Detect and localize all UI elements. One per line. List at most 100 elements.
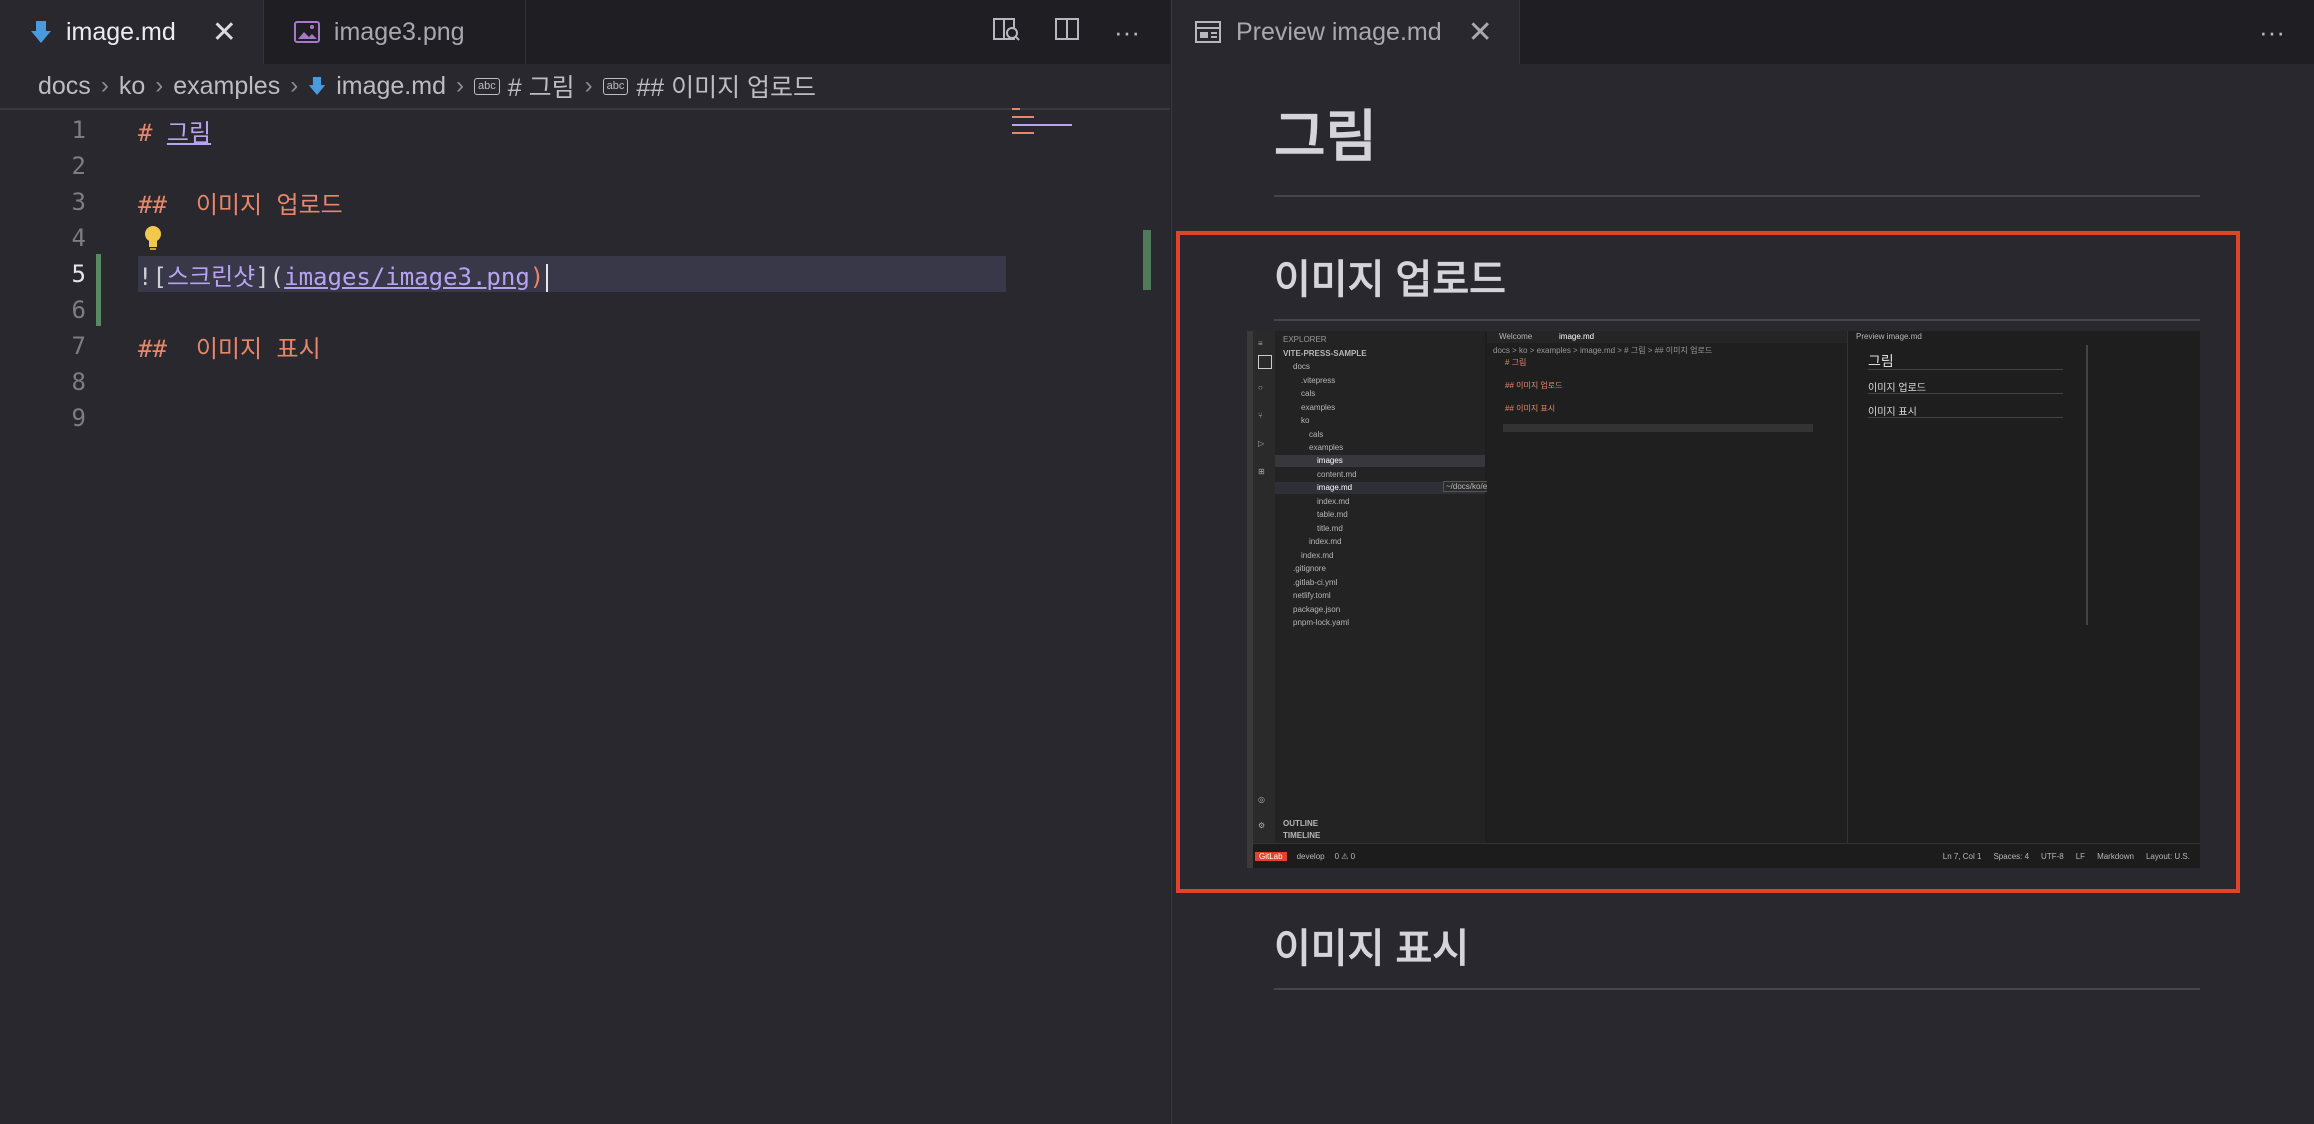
tree-item: image.md <box>1317 483 1353 492</box>
code-line: 5 ![스크린샷](images/image3.png) <box>0 256 1170 292</box>
tab-preview[interactable]: Preview image.md ✕ <box>1172 0 1520 64</box>
tree-item: table.md <box>1317 510 1348 519</box>
lightbulb-icon[interactable] <box>142 224 164 258</box>
md-image-path[interactable]: images/image3.png <box>284 263 530 291</box>
mini-explorer: EXPLORER VITE-PRESS-SAMPLE docs .vitepre… <box>1275 331 1548 843</box>
tree-item: index.md <box>1317 497 1350 506</box>
tree-item: .gitlab-ci.yml <box>1293 578 1338 587</box>
breadcrumb-item[interactable]: ko <box>119 72 145 101</box>
status-item: Layout: U.S. <box>2145 852 2190 861</box>
project-name: VITE-PRESS-SAMPLE <box>1283 349 1367 358</box>
mini-current-line <box>1503 424 1813 432</box>
status-item: LF <box>2075 852 2086 861</box>
md-image-mid: ]( <box>255 262 285 291</box>
gear-icon: ⚙ <box>1258 821 1266 830</box>
mini-code-line: # 그림 <box>1505 358 1527 367</box>
breadcrumb-item[interactable]: ## 이미지 업로드 <box>636 68 816 104</box>
tab-image-md[interactable]: image.md ✕ <box>0 0 264 64</box>
run-icon: ▷ <box>1258 439 1265 448</box>
selected-row <box>1275 455 1485 467</box>
tree-item: ko <box>1301 416 1310 425</box>
md-heading-text: 이미지 업로드 <box>195 190 343 219</box>
md-image-alt: 스크린샷 <box>166 262 256 291</box>
line-number: 5 <box>71 260 86 288</box>
status-item: UTF-8 <box>2041 852 2064 861</box>
chevron-right-icon: › <box>155 72 164 99</box>
outline-section: OUTLINE <box>1283 819 1319 828</box>
explorer-title: EXPLORER <box>1283 335 1327 344</box>
tree-item: cals <box>1309 430 1324 439</box>
code-line: 6 <box>0 292 1170 328</box>
tree-item: netlify.toml <box>1293 591 1331 600</box>
tree-item: cals <box>1301 389 1316 398</box>
tab-label: image.md <box>66 17 176 46</box>
mini-code-line: ## 이미지 표시 <box>1505 404 1556 413</box>
md-image-open: ![ <box>138 262 167 291</box>
line-number: 9 <box>71 404 86 432</box>
mini-activity-bar: ≡ ○ ⑂ ▷ ⊞ ◎ ⚙ <box>1253 331 1275 843</box>
line-text: ![스크린샷](images/image3.png) <box>138 257 549 292</box>
tree-item: content.md <box>1317 470 1357 479</box>
line-number: 2 <box>71 152 86 180</box>
md-heading-text: 그림 <box>166 118 212 147</box>
mini-tab: Preview image.md <box>1856 332 1922 341</box>
symbol-string-icon: abc <box>473 77 500 95</box>
tree-item: examples <box>1309 443 1344 452</box>
markdown-file-icon <box>31 21 51 43</box>
symbol-string-icon: abc <box>602 77 629 95</box>
md-hash: ## <box>138 190 167 219</box>
tab-image3-png[interactable]: image3.png <box>264 0 526 64</box>
tree-item: images <box>1317 456 1343 465</box>
md-hash: ## <box>138 334 167 363</box>
text-cursor <box>546 263 549 292</box>
preview-tabbar: Preview image.md ✕ ··· <box>1172 0 2314 64</box>
code-editor[interactable]: 1 # 그림 2 3 ## 이미지 업로드 4 5 ![스크린샷](images… <box>0 112 1170 1124</box>
scrollbar-marker[interactable] <box>1143 230 1151 290</box>
divider <box>1868 417 2063 418</box>
chevron-right-icon: › <box>100 72 109 99</box>
code-line: 1 # 그림 <box>0 112 1170 148</box>
menu-icon: ≡ <box>1258 339 1263 348</box>
more-actions-icon[interactable]: ··· <box>2259 17 2285 48</box>
image-file-icon <box>293 21 320 43</box>
mini-preview-h2: 이미지 표시 <box>1868 407 1917 418</box>
more-actions-icon[interactable]: ··· <box>1114 17 1140 48</box>
breadcrumb: docs › ko › examples › image.md › abc # … <box>0 64 1170 110</box>
mini-editor: Welcome image.md docs > ko > examples > … <box>1487 331 1847 843</box>
mini-tab: Welcome <box>1499 332 1533 341</box>
timeline-section: TIMELINE <box>1283 831 1321 840</box>
mini-preview-h2: 이미지 업로드 <box>1868 383 1926 394</box>
editor-actions: ··· <box>992 0 1170 64</box>
line-number: 3 <box>71 188 86 216</box>
tab-label: image3.png <box>333 17 465 46</box>
code-line: 8 <box>0 364 1170 400</box>
breadcrumb-item[interactable]: # 그림 <box>508 68 575 104</box>
search-icon: ○ <box>1258 383 1263 392</box>
line-number: 7 <box>71 332 86 360</box>
preview-actions: ··· <box>2259 0 2314 64</box>
breadcrumb-item[interactable]: examples <box>173 72 280 101</box>
mini-tab: image.md <box>1559 332 1595 341</box>
line-number: 1 <box>71 116 86 144</box>
tree-item: package.json <box>1293 605 1341 614</box>
tree-item: docs <box>1293 362 1310 371</box>
breadcrumb-item[interactable]: image.md <box>336 72 446 101</box>
line-number: 4 <box>71 224 86 252</box>
breadcrumb-item[interactable]: docs <box>38 72 91 101</box>
chevron-right-icon: › <box>455 72 464 99</box>
markdown-file-icon <box>309 77 326 95</box>
close-icon[interactable]: ✕ <box>212 15 237 50</box>
split-editor-icon[interactable] <box>1054 16 1080 49</box>
open-preview-icon[interactable] <box>992 16 1020 49</box>
editor-pane: image.md ✕ image3.png ··· docs › ko › ex… <box>0 0 1170 1124</box>
tree-item: .gitignore <box>1293 564 1326 573</box>
minimap[interactable] <box>1010 106 1150 146</box>
md-image-close: ) <box>529 262 545 291</box>
divider <box>1868 369 2063 370</box>
close-icon[interactable]: ✕ <box>1468 15 1493 50</box>
preview-heading-2: 이미지 표시 <box>1274 916 2200 990</box>
md-hash: # <box>138 118 153 147</box>
chevron-right-icon: › <box>290 72 299 99</box>
mini-status-bar: GitLab develop 0 ⚠ 0 Ln 7, Col 1 Spaces:… <box>1253 843 2200 868</box>
mini-preview-h1: 그림 <box>1868 353 1894 369</box>
